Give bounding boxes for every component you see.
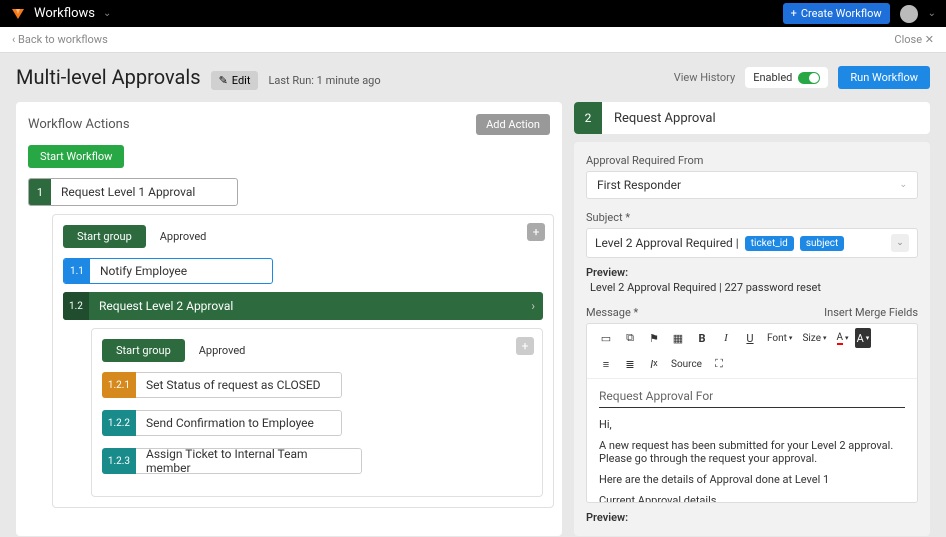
add-step-button[interactable]: + (516, 337, 534, 355)
table-icon[interactable]: ▦ (667, 328, 689, 348)
underline-button[interactable]: U (739, 328, 761, 348)
close-link[interactable]: Close (894, 33, 934, 46)
editor-heading: Request Approval For (599, 389, 905, 408)
add-action-button[interactable]: Add Action (476, 114, 550, 135)
approval-from-value: First Responder (597, 178, 681, 192)
image-icon[interactable]: ▭ (595, 328, 617, 348)
start-group-button[interactable]: Start group (63, 225, 146, 248)
workflow-actions-title: Workflow Actions (28, 117, 130, 132)
editor-line: Current Approval details (599, 494, 905, 502)
step-label: Request Level 2 Approval (89, 292, 543, 320)
step-number: 1.2.1 (102, 372, 136, 398)
step-number: 1.2.2 (102, 410, 136, 436)
message-preview-label: Preview: (586, 511, 918, 524)
detail-step-number: 2 (574, 102, 602, 134)
action-step-1-2-selected[interactable]: 1.2 Request Level 2 Approval › (63, 292, 543, 320)
back-link[interactable]: Back to workflows (12, 33, 108, 46)
editor-line: A new request has been submitted for you… (599, 439, 905, 465)
enabled-toggle[interactable]: Enabled (745, 67, 828, 88)
editor-content[interactable]: Request Approval For Hi, A new request h… (587, 379, 917, 502)
link-icon[interactable]: ⧉ (619, 328, 641, 348)
create-workflow-button[interactable]: + Create Workflow (783, 3, 890, 24)
bold-button[interactable]: B (691, 328, 713, 348)
detail-panel: 2 Request Approval Approval Required Fro… (574, 102, 930, 536)
start-group-button[interactable]: Start group (102, 339, 185, 362)
step-label: Set Status of request as CLOSED (136, 372, 342, 398)
top-bar: Workflows ⌄ + Create Workflow ⌄ (0, 0, 946, 27)
chevron-right-icon: › (531, 299, 535, 313)
insert-merge-fields-link[interactable]: Insert Merge Fields (824, 306, 918, 319)
edit-button[interactable]: ✎ Edit (211, 71, 259, 90)
preview-label: Preview: (586, 266, 918, 279)
app-logo-icon (10, 6, 26, 22)
editor-line: Hi, (599, 418, 905, 431)
anchor-icon[interactable]: ⚑ (643, 328, 665, 348)
action-step-1-2-3[interactable]: 1.2.3 Assign Ticket to Internal Team mem… (102, 448, 362, 474)
subject-label: Subject * (586, 211, 918, 224)
chevron-down-icon: ⌄ (899, 180, 907, 190)
editor-toolbar: ▭ ⧉ ⚑ ▦ B I U Font▾ Size▾ A▾ A▾ ≡ ≣ Ix S… (587, 324, 917, 379)
subject-text: Level 2 Approval Required | (595, 236, 739, 250)
enabled-label: Enabled (753, 71, 792, 84)
product-dropdown-icon[interactable]: ⌄ (103, 8, 111, 19)
plus-icon: + (791, 7, 797, 20)
workflow-actions-panel: Workflow Actions Add Action Start Workfl… (16, 102, 562, 536)
edit-label: Edit (232, 74, 251, 87)
page-title: Multi-level Approvals (16, 65, 201, 89)
clear-format-icon[interactable]: Ix (643, 354, 665, 374)
editor-line: Here are the details of Approval done at… (599, 473, 905, 486)
font-dropdown[interactable]: Font▾ (763, 328, 796, 348)
step-number: 1.2 (63, 292, 89, 320)
action-step-1-2-1[interactable]: 1.2.1 Set Status of request as CLOSED (102, 372, 342, 398)
detail-header: 2 Request Approval (574, 102, 930, 134)
last-run-label: Last Run: 1 minute ago (268, 74, 380, 87)
detail-title: Request Approval (602, 102, 728, 134)
action-step-1-2-2[interactable]: 1.2.2 Send Confirmation to Employee (102, 410, 342, 436)
step-label: Notify Employee (90, 259, 272, 283)
page-header: Multi-level Approvals ✎ Edit Last Run: 1 … (0, 53, 946, 102)
message-label: Message * (586, 306, 638, 319)
group-level-2: + Start group Approved 1.2.1 Set Status … (91, 328, 543, 497)
size-dropdown[interactable]: Size▾ (798, 328, 830, 348)
preview-text: Level 2 Approval Required | 227 password… (586, 281, 918, 294)
action-step-1[interactable]: 1 Request Level 1 Approval (28, 178, 238, 206)
source-button[interactable]: Source (667, 354, 706, 374)
avatar[interactable] (900, 5, 918, 23)
toggle-switch-icon[interactable] (798, 72, 820, 84)
approval-from-select[interactable]: First Responder ⌄ (586, 171, 918, 199)
group-level-1: + Start group Approved 1.1 Notify Employ… (52, 214, 554, 508)
group-status: Approved (160, 230, 207, 243)
action-step-1-1[interactable]: 1.1 Notify Employee (63, 258, 273, 284)
step-label: Send Confirmation to Employee (136, 410, 342, 436)
maximize-icon[interactable]: ⛶ (708, 354, 730, 374)
step-number: 1.2.3 (102, 448, 136, 474)
step-number: 1.1 (64, 259, 90, 283)
approval-from-label: Approval Required From (586, 154, 918, 167)
subject-merge-dropdown[interactable]: ⌄ (891, 234, 909, 252)
start-workflow-button[interactable]: Start Workflow (28, 145, 124, 168)
bullet-list-icon[interactable]: ≣ (619, 354, 641, 374)
numbered-list-icon[interactable]: ≡ (595, 354, 617, 374)
bg-color-button[interactable]: A▾ (855, 328, 872, 348)
group-status: Approved (199, 344, 246, 357)
merge-tag-subject[interactable]: subject (800, 236, 845, 251)
add-step-button[interactable]: + (527, 223, 545, 241)
avatar-menu-icon[interactable]: ⌄ (928, 8, 936, 19)
sub-bar: Back to workflows Close (0, 27, 946, 53)
step-number: 1 (29, 179, 51, 205)
text-color-button[interactable]: A▾ (833, 328, 853, 348)
merge-tag-ticket-id[interactable]: ticket_id (745, 236, 794, 251)
view-history-link[interactable]: View History (674, 71, 736, 84)
step-label: Request Level 1 Approval (51, 179, 237, 205)
subject-input[interactable]: Level 2 Approval Required | ticket_id su… (586, 228, 918, 258)
run-workflow-button[interactable]: Run Workflow (838, 66, 930, 89)
product-name[interactable]: Workflows (34, 6, 95, 21)
italic-button[interactable]: I (715, 328, 737, 348)
step-label: Assign Ticket to Internal Team member (136, 448, 362, 474)
pencil-icon: ✎ (219, 74, 228, 87)
create-workflow-label: Create Workflow (801, 7, 882, 20)
message-editor[interactable]: ▭ ⧉ ⚑ ▦ B I U Font▾ Size▾ A▾ A▾ ≡ ≣ Ix S… (586, 323, 918, 503)
